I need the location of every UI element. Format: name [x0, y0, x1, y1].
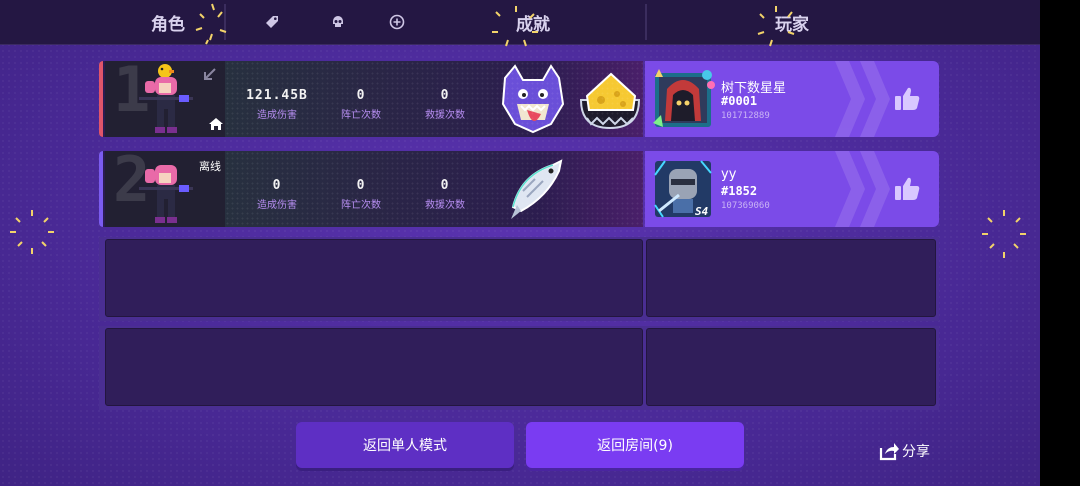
empty-stats-cell: [105, 239, 643, 317]
deaths-value: 0: [356, 178, 366, 193]
deaths-stat: 0 阵亡次数: [321, 178, 401, 211]
share-label: 分享: [902, 444, 930, 460]
tab-character[interactable]: 角色: [151, 10, 185, 35]
share-icon: [879, 443, 899, 461]
player-id: 101712889: [721, 111, 770, 121]
return-single-mode-button[interactable]: 返回单人模式: [296, 422, 514, 468]
empty-player-slot: [99, 326, 939, 410]
player-stats-panel: 2 离线 0 造成伤害 0 阵亡次数 0 救援次数: [99, 151, 643, 227]
player-stats-panel: 1 121.45B 造成伤害 0 阵亡次数 0 救援次数: [99, 61, 643, 137]
character-sprite-icon: [139, 165, 193, 223]
screen-edge-bar: [1040, 0, 1080, 486]
return-room-button[interactable]: 返回房间(9): [526, 422, 744, 468]
hooded-cat-avatar-icon: [653, 69, 715, 127]
rescues-label: 救援次数: [425, 110, 465, 121]
empty-player-cell: [646, 239, 936, 317]
wolf-badge-icon[interactable]: [497, 64, 569, 134]
rescues-value: 0: [440, 88, 450, 103]
collapse-arrow-icon: [204, 68, 216, 80]
sparkle-decoration: [195, 3, 227, 45]
rescues-stat: 0 救援次数: [405, 88, 485, 121]
divider: [645, 4, 647, 40]
chevron-decoration: [860, 61, 890, 137]
empty-player-slot: [99, 237, 939, 321]
sparkle-decoration: [982, 210, 1026, 258]
offline-status: 离线: [199, 160, 221, 173]
chevron-decoration: [860, 151, 890, 227]
sparkle-decoration: [757, 6, 795, 47]
share-button[interactable]: 分享: [878, 440, 930, 462]
rank-stripe: [99, 151, 103, 227]
character-sprite-icon: [139, 64, 193, 133]
stats-area: 0 造成伤害 0 阵亡次数 0 救援次数: [225, 151, 643, 227]
player-tag: #0001: [721, 94, 758, 108]
empty-player-cell: [646, 328, 936, 406]
avatar-badge: S4: [695, 205, 709, 218]
player-row: 1 121.45B 造成伤害 0 阵亡次数 0 救援次数 树下数星星 #0001…: [99, 61, 939, 137]
damage-stat: 121.45B 造成伤害: [237, 88, 317, 121]
player-name: yy: [721, 167, 737, 182]
sparkle-decoration: [10, 210, 54, 254]
player-info-panel[interactable]: 树下数星星 #0001 101712889: [645, 61, 939, 137]
damage-value: 0: [272, 178, 282, 193]
player-avatar: [649, 65, 717, 133]
sparkle-decoration: [492, 6, 538, 47]
host-home-icon: [209, 118, 223, 130]
tag-icon[interactable]: [263, 13, 281, 31]
rank-stripe: [99, 61, 103, 137]
player-avatar: S4: [649, 155, 717, 223]
deaths-label: 阵亡次数: [341, 110, 381, 121]
player-id: 107369060: [721, 201, 770, 211]
thumbs-up-icon[interactable]: [893, 176, 921, 202]
deaths-label: 阵亡次数: [341, 200, 381, 211]
thumbs-up-icon[interactable]: [893, 86, 921, 112]
rescues-stat: 0 救援次数: [405, 178, 485, 211]
damage-label: 造成伤害: [257, 110, 297, 121]
character-portrait: 1: [105, 61, 225, 137]
deaths-value: 0: [356, 88, 366, 103]
stats-area: 121.45B 造成伤害 0 阵亡次数 0 救援次数: [225, 61, 643, 137]
rescues-label: 救援次数: [425, 200, 465, 211]
skull-icon[interactable]: [329, 13, 347, 31]
player-row: 2 离线 0 造成伤害 0 阵亡次数 0 救援次数 S4 yy #1852 10…: [99, 151, 939, 227]
player-tag: #1852: [721, 184, 758, 198]
fish-badge-icon[interactable]: [507, 157, 567, 221]
damage-label: 造成伤害: [257, 200, 297, 211]
plus-circle-icon[interactable]: [388, 13, 406, 31]
damage-value: 121.45B: [246, 88, 308, 103]
empty-stats-cell: [105, 328, 643, 406]
deaths-stat: 0 阵亡次数: [321, 88, 401, 121]
rescues-value: 0: [440, 178, 450, 193]
results-screen: 角色 成就 玩家 1 121.45B 造成伤害 0 阵亡次数 0 救援次数 树下…: [0, 0, 1040, 486]
player-info-panel[interactable]: S4 yy #1852 107369060: [645, 151, 939, 227]
character-portrait: 2 离线: [105, 151, 225, 227]
damage-stat: 0 造成伤害: [237, 178, 317, 211]
cheese-badge-icon[interactable]: [577, 66, 643, 132]
